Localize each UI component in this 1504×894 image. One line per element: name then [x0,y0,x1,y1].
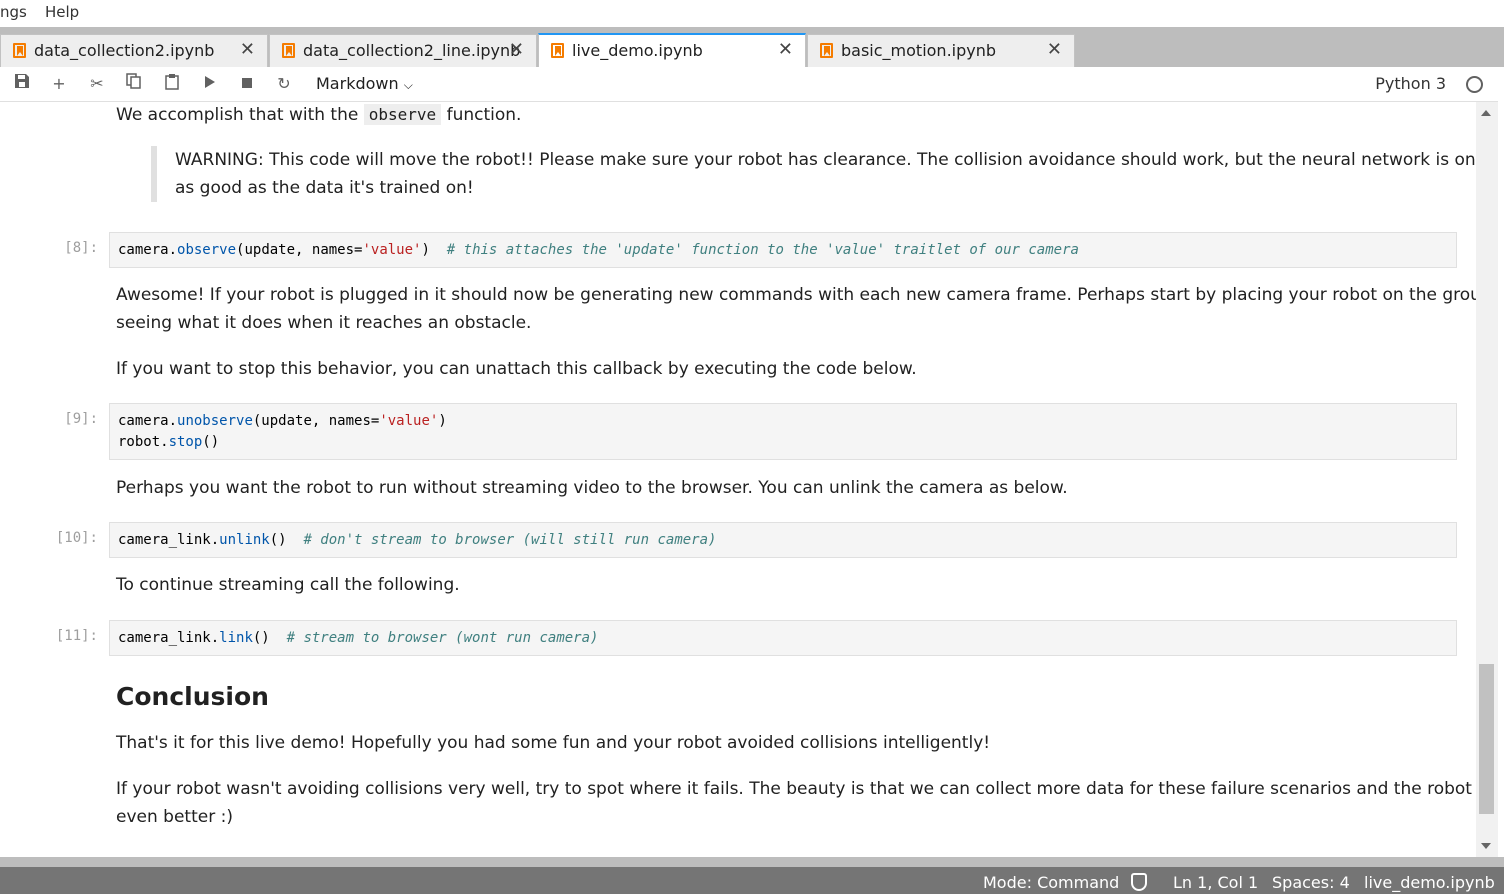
code-line: camera_link.unlink() # don't stream to b… [118,532,717,548]
markdown-cell[interactable]: To continue streaming call the following… [116,571,460,599]
close-icon[interactable]: ✕ [778,39,793,60]
markdown-cell[interactable]: Perhaps you want the robot to run withou… [116,474,1068,502]
restart-icon[interactable]: ↻ [272,73,296,95]
tab-label: live_demo.ipynb [572,41,703,60]
markdown-text: Awesome! If your robot is plugged in it … [116,285,1476,305]
status-spaces[interactable]: Spaces: 4 [1272,873,1350,892]
menu-settings[interactable]: ngs [0,3,27,21]
chevron-down-icon: ⌵ [403,78,413,92]
tab-data-collection2[interactable]: data_collection2.ipynb ✕ [0,34,268,67]
tab-data-collection2-line[interactable]: data_collection2_line.ipynb ✕ [269,34,537,67]
scroll-up-icon[interactable] [1481,110,1491,116]
cell-prompt: [9]: [64,411,98,427]
scroll-thumb[interactable] [1479,664,1494,814]
tab-bar: data_collection2.ipynb ✕ data_collection… [0,27,1504,67]
notebook-icon [820,43,833,58]
markdown-text: If your robot wasn't avoiding collisions… [116,779,1476,799]
status-mode[interactable]: Mode: Command [983,873,1119,892]
status-bar: Mode: Command Ln 1, Col 1 Spaces: 4 live… [0,857,1504,894]
notebook-toolbar: + ✂ ↻ Markdown ⌵ Python 3 [0,67,1498,102]
code-cell[interactable]: camera.unobserve(update, names='value') … [109,403,1457,460]
tab-live-demo[interactable]: live_demo.ipynb ✕ [538,33,806,67]
markdown-cell[interactable]: If you want to stop this behavior, you c… [116,355,917,383]
markdown-text: That's it for this live demo! Hopefully … [116,733,991,753]
add-cell-icon[interactable]: + [47,73,71,95]
code-line: camera.observe(update, names='value') # … [118,242,1079,258]
notebook-icon [13,43,26,58]
code-line: camera_link.link() # stream to browser (… [118,630,599,646]
copy-icon[interactable] [122,73,146,95]
markdown-cell[interactable]: If your robot wasn't avoiding collisions… [116,775,1476,831]
cut-icon[interactable]: ✂ [85,73,109,95]
warning-text: as good as the data it's trained on! [175,178,474,198]
kernel-status-icon [1466,76,1483,93]
code-line: camera.unobserve(update, names='value') [118,413,447,429]
markdown-cell[interactable]: Awesome! If your robot is plugged in it … [116,281,1476,337]
cell-type-select[interactable]: Markdown ⌵ [316,74,413,93]
save-icon[interactable] [10,73,34,95]
close-icon[interactable]: ✕ [509,39,524,60]
kernel-name[interactable]: Python 3 [1375,74,1446,93]
markdown-text: To continue streaming call the following… [116,575,460,595]
code-line: robot.stop() [118,434,220,450]
markdown-text: If you want to stop this behavior, you c… [116,359,917,379]
vertical-scrollbar[interactable] [1476,102,1498,857]
paste-icon[interactable] [160,73,184,95]
tab-label: data_collection2.ipynb [34,41,215,60]
tab-basic-motion[interactable]: basic_motion.ipynb ✕ [807,34,1075,67]
cell-prompt: [10]: [55,530,98,546]
menu-help[interactable]: Help [45,3,79,21]
section-heading: Conclusion [116,682,269,711]
tab-label: data_collection2_line.ipynb [303,41,521,60]
markdown-cell[interactable]: We accomplish that with the observe func… [116,102,521,129]
scroll-down-icon[interactable] [1481,843,1491,849]
stop-icon[interactable] [235,73,259,95]
run-icon[interactable] [198,73,222,95]
notebook-icon [282,43,295,58]
markdown-text: Perhaps you want the robot to run withou… [116,478,1068,498]
code-cell[interactable]: camera.observe(update, names='value') # … [109,232,1457,268]
inline-code: observe [363,104,442,125]
cell-prompt: [11]: [55,628,98,644]
status-filename: live_demo.ipynb [1364,873,1495,892]
markdown-text: seeing what it does when it reaches an o… [116,313,532,333]
code-cell[interactable]: camera_link.link() # stream to browser (… [109,620,1457,656]
cell-type-label: Markdown [316,74,399,93]
status-position[interactable]: Ln 1, Col 1 [1173,873,1258,892]
warning-text: WARNING: This code will move the robot!!… [175,150,1476,170]
shield-icon[interactable] [1131,873,1147,891]
markdown-text: We accomplish that with the [116,105,359,125]
notebook-icon [551,43,564,58]
notebook-panel: We accomplish that with the observe func… [0,102,1476,857]
code-cell[interactable]: camera_link.unlink() # don't stream to b… [109,522,1457,558]
close-icon[interactable]: ✕ [1047,39,1062,60]
tab-label: basic_motion.ipynb [841,41,997,60]
warning-blockquote: WARNING: This code will move the robot!!… [151,146,1476,202]
markdown-cell[interactable]: That's it for this live demo! Hopefully … [116,729,990,757]
menu-bar: ngs Help [0,0,1504,27]
markdown-text: function. [446,105,522,125]
close-icon[interactable]: ✕ [240,39,255,60]
cell-prompt: [8]: [64,240,98,256]
markdown-text: even better :) [116,807,233,827]
